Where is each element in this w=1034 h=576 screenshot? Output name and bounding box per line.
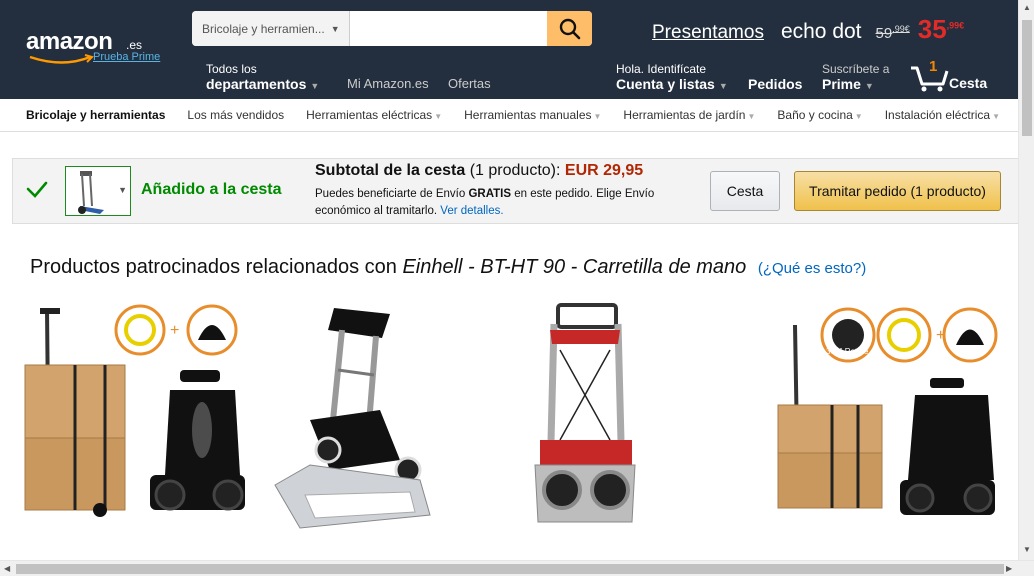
sponsored-product-3[interactable] — [520, 300, 650, 530]
subnav-item-bano-cocina[interactable]: Baño y cocina ▼ — [777, 108, 862, 122]
offers-link[interactable]: Ofertas — [448, 76, 491, 91]
subnav-item-herramientas-jardin[interactable]: Herramientas de jardín ▼ — [623, 108, 755, 122]
promo-link[interactable]: Presentamos — [652, 22, 764, 44]
svg-text:360° Rotate: 360° Rotate — [826, 347, 869, 356]
added-to-cart-title: Añadido a la cesta — [141, 181, 282, 198]
top-nav-bar: amazon .es Prueba Prime Bricolaje y herr… — [0, 0, 1018, 99]
view-cart-button[interactable]: Cesta — [710, 171, 780, 211]
subnav-item-herramientas-manuales[interactable]: Herramientas manuales ▼ — [464, 108, 601, 122]
category-subnav: Bricolaje y herramientas Los más vendido… — [0, 99, 1018, 132]
echo-dot-promo[interactable]: Presentamos echo dot 59,99€ 35,99€ — [652, 14, 964, 45]
logo-suffix: .es — [126, 38, 143, 52]
search-input[interactable] — [350, 11, 547, 46]
whats-this-link[interactable]: (¿Qué es esto?) — [758, 260, 866, 277]
search-category-select[interactable]: Bricolaje y herramien... ▼ — [192, 11, 350, 46]
sponsored-products-heading: Productos patrocinados relacionados con … — [30, 256, 867, 278]
scroll-down-icon[interactable]: ▼ — [1023, 545, 1031, 554]
checkmark-icon — [26, 181, 48, 198]
subnav-item-bricolaje[interactable]: Bricolaje y herramientas — [26, 108, 165, 122]
added-to-cart-panel: ▼ Añadido a la cesta Subtotal de la cest… — [12, 158, 1026, 224]
search-bar: Bricolaje y herramien... ▼ — [192, 11, 592, 46]
prime-small: Suscríbete a — [822, 62, 890, 76]
subnav-item-herramientas-electricas[interactable]: Herramientas eléctricas ▼ — [306, 108, 442, 122]
account-greeting: Hola. Identifícate — [616, 62, 707, 76]
promo-old-price: 59,99€ — [875, 24, 910, 42]
subnav-item-instalacion-electrica[interactable]: Instalación eléctrica ▼ — [885, 108, 1000, 122]
horizontal-scroll-thumb[interactable] — [16, 564, 1004, 574]
amazon-logo[interactable]: amazon .es Prueba Prime — [26, 28, 160, 64]
subnav-item-mas-vendidos[interactable]: Los más vendidos — [187, 108, 284, 122]
sponsored-product-2[interactable] — [270, 300, 435, 530]
caret-down-icon: ▼ — [330, 23, 340, 34]
red-hand-truck-image — [534, 303, 636, 523]
cart-label: Cesta — [949, 75, 988, 91]
shipping-note: Puedes beneficiarte de Envío GRATIS en e… — [315, 188, 655, 217]
sponsored-product-4[interactable]: 360° Rotate + — [770, 300, 1002, 530]
orders-link[interactable]: Pedidos — [748, 76, 802, 92]
scroll-left-icon[interactable]: ◀ — [4, 564, 10, 573]
caret-down-icon: ▼ — [310, 81, 320, 91]
account-lists: Cuenta y listas ▼ — [616, 76, 728, 92]
cart-button[interactable]: 1 Cesta — [909, 58, 999, 94]
prime-trial-link[interactable]: Prueba Prime — [93, 51, 160, 63]
smile-arrow-icon — [29, 54, 94, 64]
subtotal-price: EUR 29,95 — [564, 162, 644, 179]
chevron-down-icon: ▼ — [854, 112, 863, 121]
caret-down-icon: ▼ — [864, 81, 874, 91]
promo-product: echo dot — [780, 20, 862, 43]
departments-small: Todos los — [206, 62, 257, 76]
hand-truck-image — [78, 171, 104, 214]
svg-text:+: + — [170, 322, 179, 339]
caret-down-icon: ▼ — [718, 81, 728, 91]
my-amazon-link[interactable]: Mi Amazon.es — [347, 76, 429, 91]
chevron-down-icon: ▼ — [747, 112, 756, 121]
added-product-thumbnail[interactable]: ▼ — [65, 166, 131, 216]
hand-truck-boxes-accessories-image: 360° Rotate + — [777, 307, 998, 515]
cart-subtotal: Subtotal de la cesta (1 producto): EUR 2… — [315, 162, 644, 179]
search-category-label: Bricolaje y herramien... — [202, 21, 325, 36]
vertical-scrollbar[interactable]: ▲ ▼ — [1018, 0, 1034, 560]
cart-count: 1 — [929, 58, 938, 75]
checkout-button[interactable]: Tramitar pedido (1 producto) — [794, 171, 1001, 211]
promo-new-price: 35,99€ — [917, 14, 965, 44]
sponsored-product-1[interactable]: + — [20, 300, 250, 525]
chevron-down-icon: ▼ — [992, 112, 1001, 121]
departments-big: departamentos ▼ — [206, 76, 320, 92]
search-button[interactable] — [547, 11, 592, 46]
scroll-up-icon[interactable]: ▲ — [1023, 3, 1031, 12]
chevron-down-icon: ▼ — [434, 112, 443, 121]
related-product-name: Einhell - BT-HT 90 - Carretilla de mano — [402, 256, 747, 278]
folding-hand-truck-image — [274, 308, 431, 529]
search-icon — [559, 18, 580, 39]
chevron-down-icon: ▼ — [118, 185, 127, 195]
scroll-right-icon[interactable]: ▶ — [1006, 564, 1012, 573]
horizontal-scrollbar[interactable]: ◀ ▶ — [0, 560, 1034, 576]
chevron-down-icon: ▼ — [593, 112, 602, 121]
hand-truck-with-boxes-image: + — [24, 304, 245, 517]
prime-big: Prime ▼ — [822, 76, 874, 92]
vertical-scroll-thumb[interactable] — [1022, 20, 1032, 136]
shipping-details-link[interactable]: Ver detalles. — [440, 205, 503, 217]
